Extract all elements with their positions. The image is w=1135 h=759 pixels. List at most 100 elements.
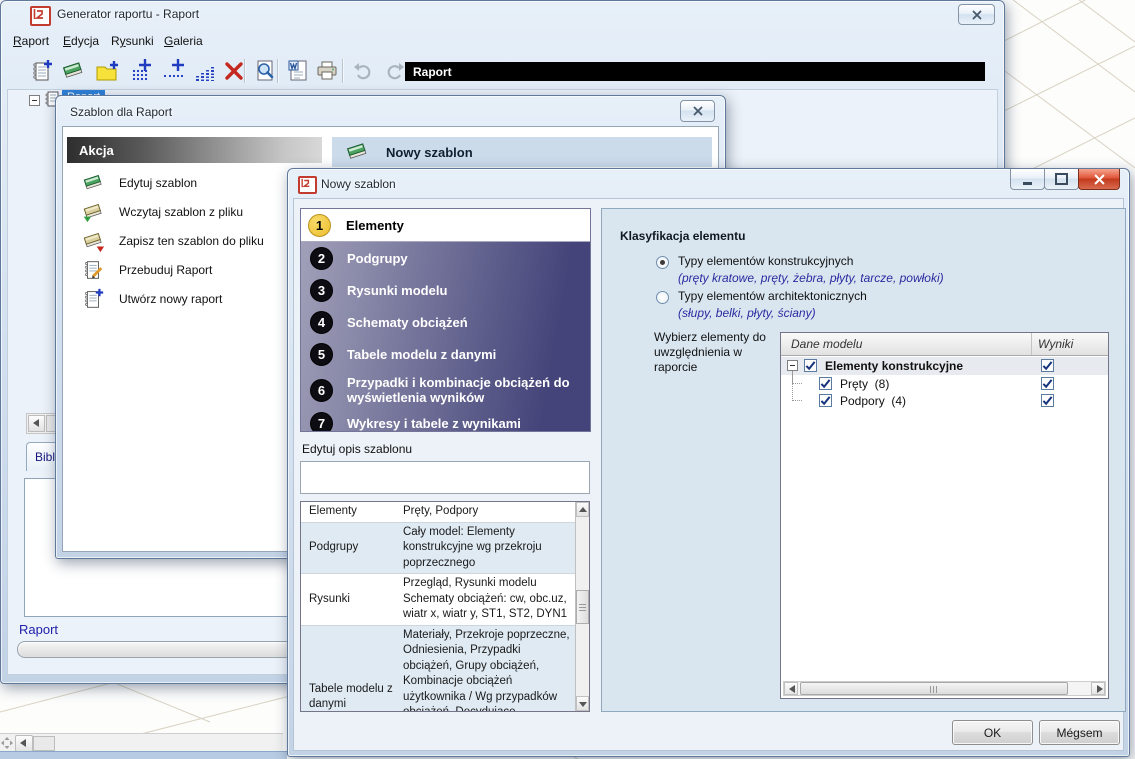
action-rebuild-report[interactable]: Przebuduj Raport bbox=[71, 256, 321, 283]
close-icon bbox=[959, 5, 994, 24]
maximize-button[interactable] bbox=[1044, 169, 1079, 190]
step-number-badge: 2 bbox=[310, 247, 333, 270]
step-1-elementy[interactable]: 1 Elementy bbox=[301, 209, 590, 242]
menu-edycja[interactable]: Edycja bbox=[63, 31, 99, 51]
scroll-thumb[interactable] bbox=[576, 590, 589, 624]
column-dane-modelu: Dane modelu bbox=[791, 337, 862, 351]
scroll-right-button[interactable] bbox=[1091, 682, 1105, 695]
model-tree: Dane modelu Wyniki Elementy konstrukcyjn… bbox=[780, 332, 1109, 699]
tree-collapse-icon[interactable] bbox=[787, 360, 798, 371]
description-label: Edytuj opis szablonu bbox=[302, 442, 412, 456]
radio-constructional[interactable] bbox=[656, 256, 669, 269]
add-chapter-icon[interactable] bbox=[93, 57, 121, 85]
scroll-thumb[interactable] bbox=[33, 736, 55, 751]
step-7-wykresy-tabele[interactable]: 7 Wykresy i tabele z wynikami bbox=[301, 410, 590, 432]
add-chart-icon[interactable] bbox=[191, 57, 219, 85]
add-table-icon[interactable] bbox=[126, 57, 154, 85]
model-checkbox[interactable] bbox=[819, 394, 832, 407]
cancel-button[interactable]: Mégsem bbox=[1039, 720, 1120, 745]
selected-template-label: Nowy szablon bbox=[386, 145, 473, 160]
dialog-title: Szablon dla Raport bbox=[70, 105, 172, 119]
step-6-przypadki-kombinacje[interactable]: 6 Przypadki i kombinacje obciążeń do wyś… bbox=[301, 370, 590, 410]
scroll-left-button[interactable] bbox=[28, 415, 45, 432]
action-new-report[interactable]: Utwórz nowy raport bbox=[71, 285, 321, 312]
step-3-rysunki-modelu[interactable]: 3 Rysunki modelu bbox=[301, 274, 590, 306]
summary-row-podgrupy[interactable]: Podgrupy Cały model: Elementy konstrukcy… bbox=[301, 523, 575, 575]
step-number-badge: 7 bbox=[310, 412, 333, 433]
summary-vertical-scrollbar[interactable] bbox=[575, 502, 589, 711]
print-preview-icon[interactable] bbox=[251, 57, 279, 85]
menu-rysunki[interactable]: Rysunki bbox=[111, 31, 154, 51]
scroll-thumb[interactable] bbox=[800, 682, 1068, 695]
export-word-icon[interactable] bbox=[284, 57, 312, 85]
template-book-icon[interactable] bbox=[59, 57, 87, 85]
action-edit-template[interactable]: Edytuj szablon bbox=[71, 169, 321, 196]
radio-architectural-label[interactable]: Typy elementów architektonicznych bbox=[678, 289, 867, 303]
action-load-template[interactable]: Wczytaj szablon z pliku bbox=[71, 198, 321, 225]
close-icon bbox=[1079, 169, 1119, 189]
tree-row-podpory[interactable]: Podpory (4) bbox=[781, 392, 1108, 410]
results-checkbox[interactable] bbox=[1041, 359, 1054, 372]
dialog-title: Nowy szablon bbox=[321, 177, 396, 191]
new-report-icon[interactable] bbox=[27, 57, 55, 85]
close-icon bbox=[681, 101, 714, 121]
radio-constructional-label[interactable]: Typy elementów konstrukcyjnych bbox=[678, 254, 853, 268]
tree-collapse-icon[interactable] bbox=[29, 95, 40, 106]
notebook-add-icon bbox=[81, 287, 105, 311]
menu-raport[interactable]: Raport bbox=[13, 31, 49, 51]
model-checkbox[interactable] bbox=[804, 359, 817, 372]
close-button[interactable] bbox=[680, 100, 715, 122]
results-checkbox[interactable] bbox=[1041, 394, 1054, 407]
app-logo-icon bbox=[30, 6, 51, 26]
wizard-steps: 1 Elementy 2 Podgrupy 3 Rysunki modelu 4… bbox=[300, 208, 591, 432]
notebook-edit-icon bbox=[81, 258, 105, 282]
print-icon[interactable] bbox=[313, 57, 341, 85]
report-selector-label: Raport bbox=[413, 65, 452, 79]
action-save-template[interactable]: Zapisz ten szablon do pliku bbox=[71, 227, 321, 254]
model-checkbox[interactable] bbox=[819, 377, 832, 390]
tree-row-prety[interactable]: Pręty (8) bbox=[781, 375, 1108, 393]
radio-architectural[interactable] bbox=[656, 291, 669, 304]
undo-icon[interactable] bbox=[350, 57, 378, 85]
results-checkbox[interactable] bbox=[1041, 377, 1054, 390]
step-5-tabele-modelu[interactable]: 5 Tabele modelu z danymi bbox=[301, 338, 590, 370]
tree-horizontal-scrollbar[interactable] bbox=[783, 681, 1106, 696]
actions-header: Akcja bbox=[67, 137, 322, 163]
report-status-label: Raport bbox=[19, 622, 58, 637]
close-button[interactable] bbox=[1078, 169, 1120, 190]
tree-header: Dane modelu Wyniki bbox=[781, 333, 1108, 356]
book-icon bbox=[344, 139, 370, 165]
summary-row-tabele[interactable]: Tabele modelu z danymi Materiały, Przekr… bbox=[301, 626, 575, 712]
redo-icon[interactable] bbox=[380, 57, 408, 85]
radio-architectural-detail: (słupy, belki, płyty, ściany) bbox=[678, 306, 816, 320]
scroll-up-button[interactable] bbox=[576, 502, 589, 517]
book-save-icon bbox=[81, 229, 105, 253]
scroll-left-button[interactable] bbox=[784, 682, 798, 695]
close-button[interactable] bbox=[958, 4, 995, 25]
radio-constructional-detail: (pręty kratowe, pręty, żebra, płyty, tar… bbox=[678, 271, 944, 285]
classification-panel: Klasyfikacja elementu Typy elementów kon… bbox=[601, 208, 1126, 712]
background-horizontal-scrollbar[interactable] bbox=[0, 733, 283, 751]
step-4-schematy-obciazen[interactable]: 4 Schematy obciążeń bbox=[301, 306, 590, 338]
scroll-down-button[interactable] bbox=[576, 696, 589, 711]
toolbar-separator bbox=[277, 59, 279, 83]
screen: Generator raportu - Raport Raport Edycja… bbox=[0, 0, 1135, 759]
minimize-button[interactable] bbox=[1010, 169, 1045, 190]
tree-row-elementy-konstrukcyjne[interactable]: Elementy konstrukcyjne bbox=[781, 357, 1108, 375]
pan-icon bbox=[1, 737, 13, 749]
add-line-icon[interactable] bbox=[159, 57, 187, 85]
summary-row-elementy[interactable]: Elementy Pręty, Podpory bbox=[301, 502, 575, 523]
step-number-badge: 4 bbox=[310, 311, 333, 334]
summary-row-rysunki[interactable]: Rysunki Przegląd, Rysunki modelu Schemat… bbox=[301, 574, 575, 626]
scroll-left-button[interactable] bbox=[15, 735, 33, 752]
action-label: Przebuduj Raport bbox=[119, 263, 212, 277]
ok-button[interactable]: OK bbox=[952, 720, 1033, 745]
window-title: Generator raportu - Raport bbox=[57, 7, 199, 21]
book-load-icon bbox=[81, 200, 105, 224]
step-number-badge: 1 bbox=[308, 214, 331, 237]
description-input[interactable] bbox=[300, 461, 590, 494]
step-2-podgrupy[interactable]: 2 Podgrupy bbox=[301, 242, 590, 274]
menu-galeria[interactable]: Galeria bbox=[164, 31, 203, 51]
book-icon bbox=[81, 171, 105, 195]
report-selector-bar[interactable]: Raport bbox=[405, 62, 985, 81]
